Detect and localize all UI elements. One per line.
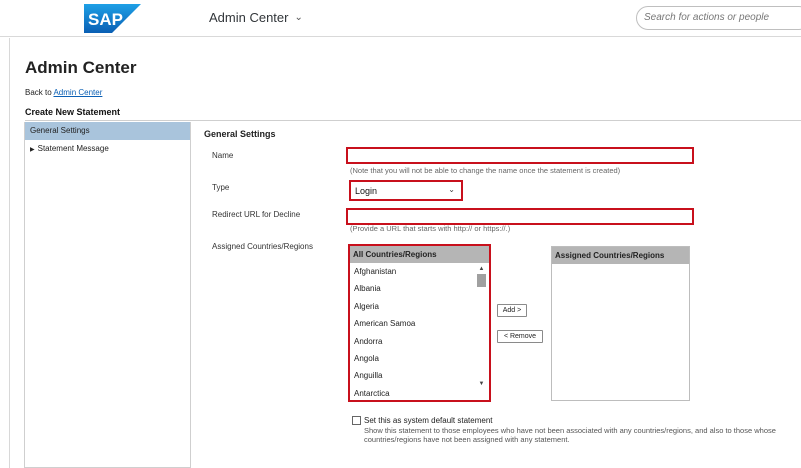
section-title: Create New Statement xyxy=(25,107,121,117)
shell-header: SAP Admin Center ⌄ Search for actions or… xyxy=(0,0,801,37)
page-title: Admin Center xyxy=(25,58,137,77)
nav-item-label: Statement Message xyxy=(37,144,109,153)
list-scrollbar[interactable]: ▲ ▼ xyxy=(477,266,486,392)
triangle-right-icon: ▶ xyxy=(30,147,35,153)
sap-logo[interactable]: SAP xyxy=(84,4,141,33)
redirect-hint: (Provide a URL that starts with http:// … xyxy=(350,224,511,233)
redirect-url-input[interactable] xyxy=(346,208,694,225)
nav-item-label: General Settings xyxy=(30,126,90,135)
settings-nav: General Settings ▶ Statement Message xyxy=(24,122,191,468)
assigned-countries-list[interactable]: Assigned Countries/Regions xyxy=(551,246,690,401)
app-title-menu[interactable]: Admin Center ⌄ xyxy=(209,10,303,25)
back-link[interactable]: Admin Center xyxy=(53,88,102,97)
form-heading: General Settings xyxy=(204,129,276,139)
countries-label: Assigned Countries/Regions xyxy=(212,242,313,251)
list-item[interactable]: Algeria xyxy=(350,298,489,315)
list-item[interactable]: Afghanistan xyxy=(350,263,489,280)
name-label: Name xyxy=(212,151,234,160)
default-statement-label: Set this as system default statement xyxy=(364,416,493,425)
nav-item-statement-message[interactable]: ▶ Statement Message xyxy=(25,140,190,158)
back-prefix: Back to xyxy=(25,88,52,97)
default-statement-description: Show this statement to those employees w… xyxy=(364,426,776,444)
nav-item-general-settings[interactable]: General Settings xyxy=(25,122,190,140)
redirect-label: Redirect URL for Decline xyxy=(212,210,301,219)
left-divider xyxy=(9,38,10,468)
app-title-label: Admin Center xyxy=(209,10,289,25)
list-item[interactable]: Anguilla xyxy=(350,367,489,384)
scroll-thumb[interactable] xyxy=(477,274,486,287)
list-item[interactable]: Antarctica xyxy=(350,385,489,402)
remove-button[interactable]: < Remove xyxy=(497,330,543,343)
type-value: Login xyxy=(355,186,378,196)
list-item[interactable]: Albania xyxy=(350,280,489,297)
chevron-down-icon: ⌄ xyxy=(294,12,303,23)
logo-text: SAP xyxy=(88,10,123,29)
chevron-down-icon: ⌄ xyxy=(448,185,455,194)
name-hint: (Note that you will not be able to chang… xyxy=(350,166,621,175)
list-item[interactable]: Angola xyxy=(350,350,489,367)
type-label: Type xyxy=(212,183,230,192)
search-placeholder: Search for actions or people xyxy=(644,12,770,23)
back-link-row: Back to Admin Center xyxy=(25,88,102,97)
scroll-down-icon[interactable]: ▼ xyxy=(477,381,486,387)
name-input[interactable] xyxy=(346,147,694,164)
list-item[interactable]: American Samoa xyxy=(350,315,489,332)
assigned-countries-header: Assigned Countries/Regions xyxy=(552,247,689,264)
all-countries-list[interactable]: All Countries/Regions Afghanistan Albani… xyxy=(348,244,491,402)
default-statement-checkbox[interactable] xyxy=(352,416,361,425)
type-select[interactable]: Login ⌄ xyxy=(349,180,463,201)
scroll-up-icon[interactable]: ▲ xyxy=(477,266,486,272)
list-item[interactable]: Andorra xyxy=(350,333,489,350)
all-countries-header: All Countries/Regions xyxy=(350,246,489,263)
search-input[interactable]: Search for actions or people xyxy=(636,6,801,30)
section-divider xyxy=(25,120,801,121)
add-button[interactable]: Add > xyxy=(497,304,527,317)
